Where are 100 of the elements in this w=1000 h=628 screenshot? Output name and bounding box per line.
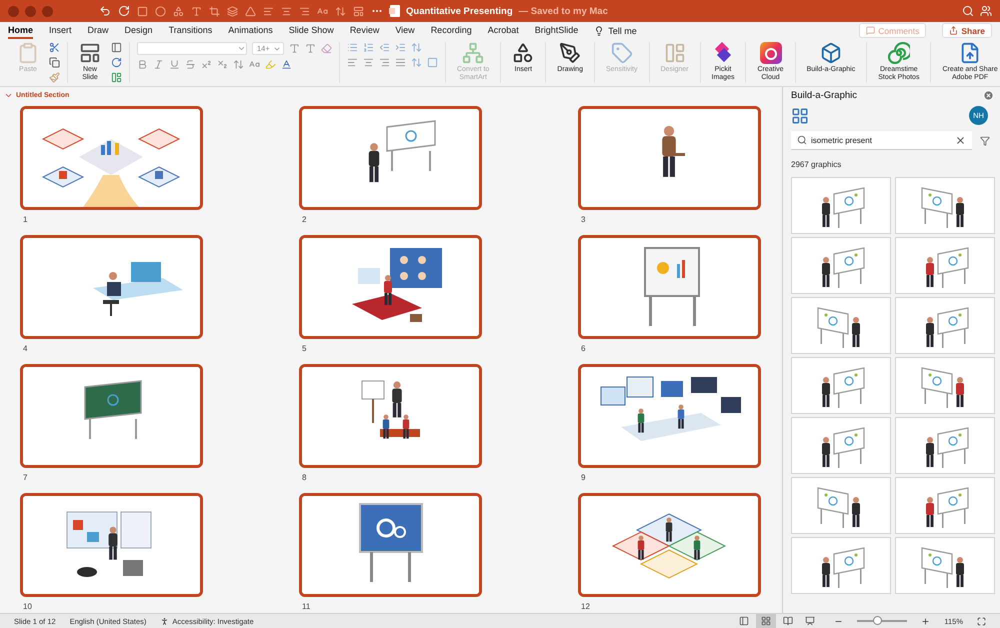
result-count: 2967 graphics bbox=[790, 159, 842, 171]
layers-icon[interactable] bbox=[227, 6, 238, 16]
bold-icon[interactable] bbox=[137, 59, 148, 70]
shapes-icon[interactable] bbox=[173, 6, 184, 16]
slide-number: 6 bbox=[580, 344, 586, 355]
zoom-in-icon[interactable] bbox=[921, 616, 930, 626]
smartart-icon bbox=[462, 42, 484, 64]
fit-to-window-icon[interactable] bbox=[977, 616, 986, 626]
ribbon-tab[interactable]: Animations bbox=[228, 25, 273, 39]
slide-number: 8 bbox=[301, 473, 308, 484]
font-name-field[interactable] bbox=[137, 42, 247, 55]
ribbon-tab[interactable]: Recording bbox=[430, 25, 472, 39]
ribbon-tab[interactable]: Slide Show bbox=[288, 25, 334, 39]
square-icon[interactable] bbox=[137, 6, 148, 16]
new-slide-icon bbox=[79, 42, 101, 64]
panel-title: Build-a-Graphic bbox=[791, 90, 857, 101]
ribbon-tab[interactable]: View bbox=[395, 25, 415, 39]
slide-number: 11 bbox=[301, 602, 312, 613]
slide-number: 1 bbox=[22, 215, 28, 226]
search-field[interactable]: isometric present bbox=[791, 131, 972, 150]
spiral-icon bbox=[888, 42, 910, 64]
zoom-thumb[interactable] bbox=[873, 616, 882, 625]
align-left-icon[interactable] bbox=[263, 6, 274, 16]
cut-icon[interactable] bbox=[49, 42, 60, 53]
ribbon-tab[interactable]: Design bbox=[124, 25, 153, 39]
triangle-icon[interactable] bbox=[245, 6, 256, 16]
ribbon-tab[interactable]: Insert bbox=[49, 25, 72, 39]
comment-icon bbox=[866, 26, 876, 35]
spacing-icon[interactable] bbox=[335, 6, 346, 16]
character-spacing-icon[interactable] bbox=[233, 59, 244, 70]
tell-me-button[interactable]: Tell me bbox=[594, 26, 637, 39]
ribbon-tab[interactable]: BrightSlide bbox=[534, 25, 578, 39]
creative-cloud-icon bbox=[760, 42, 782, 64]
pen-icon bbox=[559, 42, 582, 64]
subscript-icon[interactable] bbox=[217, 59, 228, 70]
align-right-icon[interactable] bbox=[299, 6, 310, 16]
ribbon-tab[interactable]: Home bbox=[8, 25, 34, 39]
share-icon bbox=[949, 26, 958, 35]
accessibility-icon bbox=[160, 616, 170, 626]
powerpoint-icon bbox=[389, 5, 400, 17]
align-left-icon[interactable] bbox=[347, 57, 358, 68]
align-center-icon[interactable] bbox=[363, 57, 374, 68]
window-title: Quantitative Presenting bbox=[406, 6, 513, 16]
slide-sorter-button[interactable] bbox=[756, 614, 776, 628]
align-center-icon[interactable] bbox=[281, 6, 292, 16]
change-case-icon[interactable] bbox=[249, 59, 260, 70]
tag-icon bbox=[610, 42, 633, 64]
search-icon bbox=[797, 135, 807, 145]
slide-number: 10 bbox=[22, 602, 33, 613]
presentation-icon bbox=[805, 616, 816, 626]
chevron-down-icon bbox=[4, 91, 13, 100]
lightbulb-icon bbox=[594, 26, 604, 36]
close-icon[interactable] bbox=[983, 90, 994, 101]
reset-icon[interactable] bbox=[111, 57, 122, 68]
filter-icon[interactable] bbox=[980, 136, 990, 146]
section-icon[interactable] bbox=[111, 72, 122, 83]
cube-icon bbox=[820, 42, 842, 64]
circle-icon[interactable] bbox=[155, 6, 166, 16]
shrink-font-icon[interactable] bbox=[305, 43, 316, 54]
slide-number: 4 bbox=[22, 344, 28, 355]
shapes-icon bbox=[512, 42, 534, 64]
ribbon-tab[interactable]: Transitions bbox=[168, 25, 212, 39]
ribbon-tab[interactable]: Acrobat bbox=[488, 25, 519, 39]
text-box-icon[interactable] bbox=[191, 6, 202, 16]
redo-icon[interactable] bbox=[118, 5, 130, 17]
strikethrough-icon[interactable] bbox=[185, 59, 196, 70]
font-color-icon[interactable] bbox=[281, 59, 292, 70]
slide-number: 12 bbox=[580, 602, 591, 613]
undo-icon[interactable] bbox=[99, 5, 111, 17]
slide-number: 7 bbox=[22, 473, 28, 484]
search-icon[interactable] bbox=[962, 5, 974, 17]
copy-icon[interactable] bbox=[49, 57, 60, 68]
grid-icon bbox=[761, 616, 772, 626]
layout-icon[interactable] bbox=[111, 42, 122, 53]
people-icon[interactable] bbox=[980, 5, 992, 17]
underline-icon[interactable] bbox=[169, 59, 180, 70]
justify-icon[interactable] bbox=[395, 57, 406, 68]
layout-icon[interactable] bbox=[353, 6, 364, 16]
ribbon-tab[interactable]: Review bbox=[350, 25, 380, 39]
slide-number: 5 bbox=[301, 344, 308, 355]
crop-icon[interactable] bbox=[209, 6, 220, 16]
layout-icon bbox=[664, 42, 686, 64]
format-painter-icon[interactable] bbox=[49, 72, 60, 83]
ribbon-tab[interactable]: Draw bbox=[88, 25, 109, 39]
chevron-down-icon bbox=[237, 44, 246, 53]
grow-font-icon[interactable] bbox=[289, 43, 300, 54]
slide-number: 9 bbox=[580, 473, 586, 484]
clipboard-icon bbox=[17, 42, 39, 64]
slide-number: 3 bbox=[580, 215, 586, 226]
italic-icon[interactable] bbox=[153, 59, 164, 70]
font-case-icon[interactable] bbox=[317, 6, 328, 16]
share-button[interactable]: Share bbox=[942, 23, 992, 38]
clear-icon[interactable] bbox=[955, 135, 966, 146]
superscript-icon[interactable] bbox=[201, 59, 212, 70]
pickit-icon bbox=[713, 42, 733, 64]
slide-number: 2 bbox=[301, 215, 308, 226]
grid-icon[interactable] bbox=[791, 106, 809, 124]
book-icon bbox=[783, 616, 794, 626]
align-right-icon[interactable] bbox=[379, 57, 390, 68]
normal-view-icon bbox=[739, 616, 750, 626]
